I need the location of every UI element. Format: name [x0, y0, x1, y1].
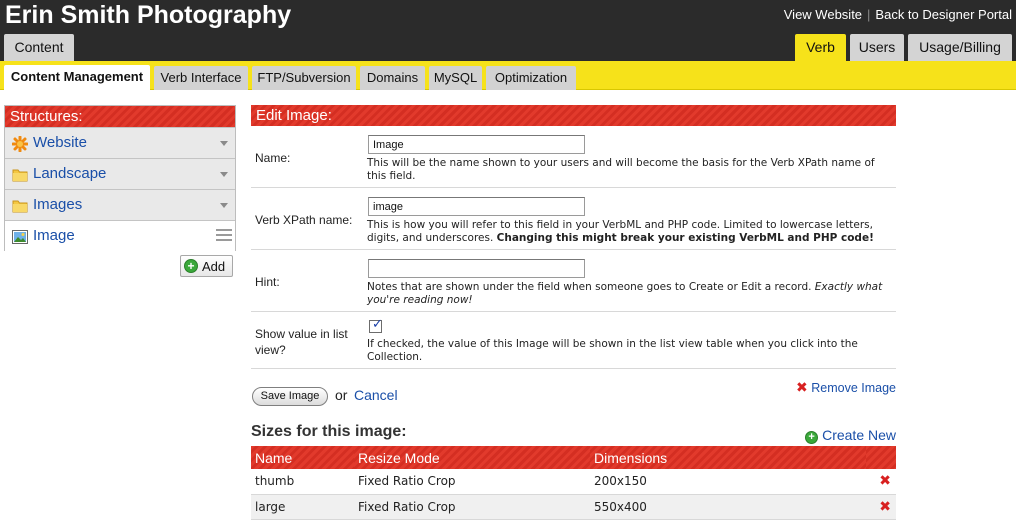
form-row-name: Name: This will be the name shown to you…: [251, 126, 896, 188]
structure-label: Image: [33, 227, 75, 244]
xpath-help-text: This is how you will refer to this field…: [367, 219, 892, 245]
xpath-input[interactable]: [368, 197, 585, 216]
back-to-portal-link[interactable]: Back to Designer Portal: [875, 7, 1012, 22]
structure-item-website[interactable]: Website: [5, 127, 235, 158]
edit-image-heading: Edit Image:: [251, 105, 896, 126]
tab-usage-billing[interactable]: Usage/Billing: [908, 34, 1012, 61]
tab-users[interactable]: Users: [850, 34, 904, 61]
column-header-name: Name: [251, 446, 354, 469]
sizes-header-row: Name Resize Mode Dimensions: [251, 446, 896, 469]
plus-icon: +: [184, 259, 198, 273]
form-row-show-list: Show value in list view? ✓ If checked, t…: [251, 312, 896, 369]
hint-input[interactable]: [368, 259, 585, 278]
column-header-dimensions: Dimensions: [590, 446, 866, 469]
checkmark-icon: ✓: [372, 317, 383, 332]
delete-x-icon: ✖: [796, 380, 808, 396]
subtab-ftp-subversion[interactable]: FTP/Subversion: [252, 66, 356, 90]
structure-item-images[interactable]: Images: [5, 189, 235, 220]
hint-help: Notes that are shown under the field whe…: [367, 281, 812, 293]
folder-icon: [12, 198, 28, 213]
site-title: Erin Smith Photography: [5, 1, 292, 29]
delete-x-icon: ✖: [879, 473, 891, 490]
link-divider: |: [867, 7, 871, 22]
structure-label: Images: [33, 196, 83, 213]
hint-label: Hint:: [255, 275, 280, 289]
show-list-label: Show value in list view?: [255, 327, 348, 357]
structure-item-image[interactable]: Image: [5, 220, 235, 251]
remove-image-label: Remove Image: [811, 381, 896, 395]
subtab-optimization[interactable]: Optimization: [486, 66, 576, 90]
form-row-xpath: Verb XPath name: This is how you will re…: [251, 188, 896, 250]
structure-label: Website: [33, 134, 87, 151]
subtab-domains[interactable]: Domains: [360, 66, 425, 90]
hint-help-text: Notes that are shown under the field whe…: [367, 281, 892, 307]
image-icon: [12, 229, 28, 244]
plus-icon: +: [805, 431, 819, 444]
save-image-button[interactable]: Save Image: [252, 387, 328, 406]
drag-handle-icon[interactable]: [216, 229, 232, 243]
xpath-warning: Changing this might break your existing …: [496, 232, 874, 244]
name-input[interactable]: [368, 135, 585, 154]
add-label: Add: [202, 259, 226, 274]
chevron-down-icon[interactable]: [220, 172, 228, 177]
subtab-content-management[interactable]: Content Management: [4, 65, 150, 91]
folder-icon: [12, 167, 28, 182]
cancel-link[interactable]: Cancel: [354, 387, 398, 403]
structures-heading: Structures:: [5, 106, 235, 127]
tab-verb[interactable]: Verb: [795, 34, 846, 61]
tab-content[interactable]: Content: [4, 34, 74, 61]
create-new-label: Create New: [822, 427, 896, 443]
show-list-checkbox[interactable]: ✓: [369, 317, 383, 333]
size-name[interactable]: large: [251, 494, 354, 520]
column-header-resize-mode: Resize Mode: [354, 446, 590, 469]
delete-size-button[interactable]: ✖: [866, 494, 896, 520]
top-header: Erin Smith Photography View Website | Back…: [0, 0, 1016, 61]
table-row[interactable]: thumb Fixed Ratio Crop 200x150 ✖: [251, 469, 896, 495]
delete-size-button[interactable]: ✖: [866, 469, 896, 495]
xpath-label: Verb XPath name:: [255, 213, 353, 227]
show-list-help-text: If checked, the value of this Image will…: [367, 338, 858, 363]
chevron-down-icon[interactable]: [220, 141, 228, 146]
view-website-link[interactable]: View Website: [784, 7, 862, 22]
size-resize-mode: Fixed Ratio Crop: [354, 469, 590, 495]
structure-label: Landscape: [33, 165, 107, 182]
create-new-size-link[interactable]: + Create New: [805, 427, 896, 444]
structure-item-landscape[interactable]: Landscape: [5, 158, 235, 189]
delete-x-icon: ✖: [879, 498, 891, 515]
subtab-mysql[interactable]: MySQL: [429, 66, 482, 90]
subtab-verb-interface[interactable]: Verb Interface: [154, 66, 248, 90]
chevron-down-icon[interactable]: [220, 203, 228, 208]
structures-panel: Structures: Website Landscape Images Ima…: [4, 105, 236, 251]
add-structure-button[interactable]: + Add: [180, 255, 233, 277]
portal-links: View Website | Back to Designer Portal: [784, 7, 1012, 23]
name-help-text: This will be the name shown to your user…: [367, 157, 875, 182]
website-icon: [11, 135, 29, 153]
size-dimensions: 200x150: [590, 469, 866, 495]
sizes-heading: Sizes for this image:: [251, 423, 407, 440]
sizes-table: Name Resize Mode Dimensions thumb Fixed …: [251, 446, 896, 520]
sub-navigation: Content Management Verb Interface FTP/Su…: [0, 61, 1016, 91]
size-resize-mode: Fixed Ratio Crop: [354, 494, 590, 520]
size-dimensions: 550x400: [590, 494, 866, 520]
table-row[interactable]: large Fixed Ratio Crop 550x400 ✖: [251, 494, 896, 520]
or-text: or: [335, 387, 348, 403]
name-label: Name:: [255, 151, 291, 165]
form-row-hint: Hint: Notes that are shown under the fie…: [251, 250, 896, 312]
column-header-actions: [866, 446, 896, 469]
size-name[interactable]: thumb: [251, 469, 354, 495]
remove-image-link[interactable]: ✖ Remove Image: [796, 381, 896, 395]
